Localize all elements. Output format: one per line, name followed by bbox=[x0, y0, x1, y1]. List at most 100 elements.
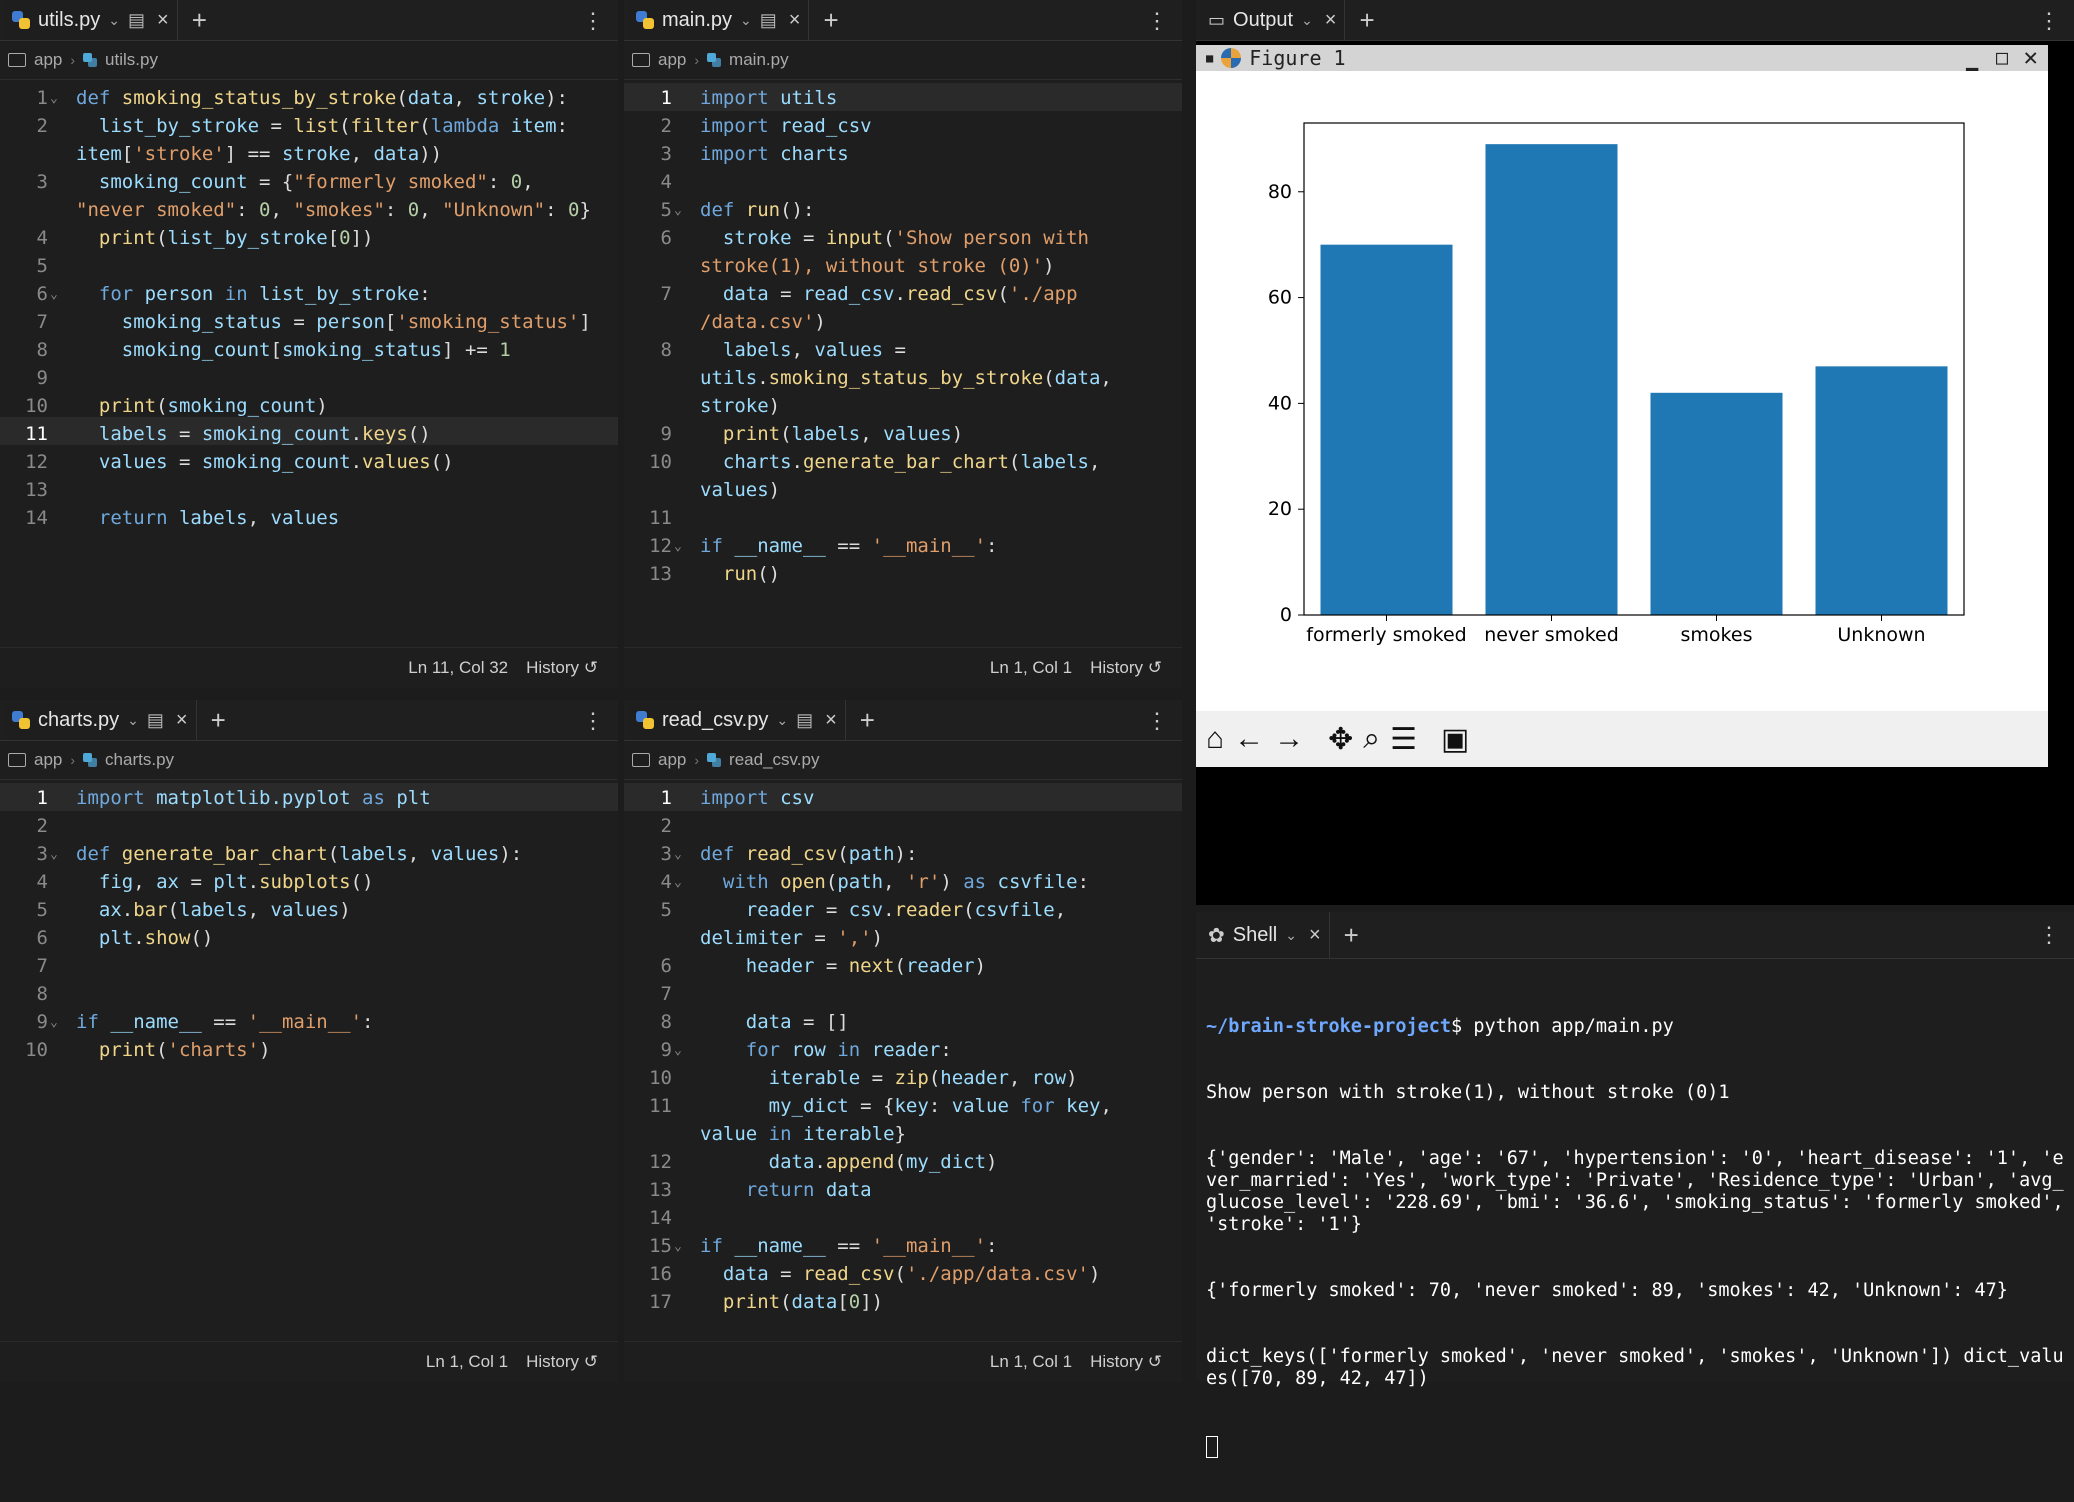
code-line: for row in reader: bbox=[745, 1039, 952, 1061]
fold-icon[interactable]: ⌄ bbox=[674, 539, 682, 554]
home-icon[interactable]: ⌂ bbox=[1206, 722, 1224, 756]
more-options-icon[interactable]: ⋮ bbox=[582, 708, 604, 734]
code-line: with open(path, 'r') as csvfile: bbox=[722, 871, 1090, 893]
document-icon[interactable]: ▤ bbox=[128, 10, 145, 31]
cursor-position[interactable]: Ln 1, Col 1 bbox=[990, 1352, 1072, 1372]
bar-chart: formerly smoked never smoked smokes Unknown… bbox=[1268, 122, 1965, 646]
terminal-line: dict_keys(['formerly smoked', 'never smo… bbox=[1206, 1346, 2064, 1389]
shell-pane: ✿ Shell ⌄ × + ⋮ ~/brain-stroke-project$ … bbox=[1196, 912, 2074, 1458]
history-button[interactable]: History ↺ bbox=[1090, 1352, 1162, 1372]
more-options-icon[interactable]: ⋮ bbox=[1146, 708, 1168, 734]
minimize-icon[interactable]: ▁ bbox=[1966, 47, 1978, 71]
fold-icon[interactable]: ⌄ bbox=[674, 203, 682, 218]
document-icon[interactable]: ▤ bbox=[796, 710, 813, 731]
forward-arrow-icon[interactable]: → bbox=[1274, 722, 1304, 756]
close-icon[interactable]: ✕ bbox=[2024, 43, 2038, 71]
fold-icon[interactable]: ⌄ bbox=[674, 1239, 682, 1254]
add-tab-button[interactable]: + bbox=[860, 707, 875, 733]
chevron-down-icon[interactable]: ⌄ bbox=[1301, 12, 1313, 29]
breadcrumb-root[interactable]: app bbox=[34, 50, 62, 70]
tab-main[interactable]: main.py ⌄ ▤ × bbox=[628, 0, 810, 40]
add-tab-button[interactable]: + bbox=[1359, 7, 1374, 33]
code-editor[interactable]: 1 import utils 2 import read_csv 3 impor… bbox=[624, 79, 1182, 648]
breadcrumb-file[interactable]: main.py bbox=[729, 50, 789, 70]
pan-icon[interactable]: ✥ bbox=[1328, 722, 1353, 757]
terminal-output[interactable]: ~/brain-stroke-project$ python app/main.… bbox=[1206, 972, 2068, 1502]
fold-icon[interactable]: ⌄ bbox=[50, 287, 58, 302]
chevron-down-icon[interactable]: ⌄ bbox=[127, 712, 139, 729]
tab-output[interactable]: ▭ Output ⌄ × bbox=[1200, 0, 1346, 40]
chevron-down-icon[interactable]: ⌄ bbox=[776, 712, 788, 729]
close-icon[interactable]: × bbox=[1309, 924, 1321, 947]
more-options-icon[interactable]: ⋮ bbox=[2038, 922, 2060, 948]
configure-subplots-icon[interactable]: ☰ bbox=[1390, 722, 1417, 757]
breadcrumb-file[interactable]: charts.py bbox=[105, 750, 174, 770]
chevron-down-icon[interactable]: ⌄ bbox=[108, 12, 120, 29]
history-button[interactable]: History ↺ bbox=[526, 658, 598, 678]
add-tab-button[interactable]: + bbox=[211, 707, 226, 733]
zoom-icon[interactable]: ⌕ bbox=[1363, 722, 1380, 756]
breadcrumb: app › charts.py bbox=[0, 741, 618, 780]
breadcrumb-file[interactable]: utils.py bbox=[105, 50, 158, 70]
more-options-icon[interactable]: ⋮ bbox=[2038, 8, 2060, 34]
window-menu-icon[interactable]: ■ bbox=[1206, 51, 1213, 65]
fold-icon[interactable]: ⌄ bbox=[674, 1043, 682, 1058]
figure-title: Figure 1 bbox=[1249, 46, 1346, 70]
tab-bar: ▭ Output ⌄ × + ⋮ bbox=[1196, 0, 2074, 41]
code-line: data = [] bbox=[745, 1011, 849, 1033]
cursor-position[interactable]: Ln 1, Col 1 bbox=[990, 658, 1072, 678]
fold-icon[interactable]: ⌄ bbox=[50, 91, 58, 106]
close-icon[interactable]: × bbox=[789, 9, 801, 32]
breadcrumb-root[interactable]: app bbox=[658, 50, 686, 70]
code-line: for person in list_by_stroke: bbox=[98, 283, 431, 305]
matplotlib-logo-icon bbox=[1221, 48, 1242, 68]
breadcrumb-file[interactable]: read_csv.py bbox=[729, 750, 819, 770]
code-line: iterable = zip(header, row) bbox=[768, 1067, 1078, 1089]
code-editor[interactable]: 1 import matplotlib.pyplot as plt 2 3 ⌄ d… bbox=[0, 779, 618, 1342]
close-icon[interactable]: × bbox=[157, 9, 169, 32]
python-file-icon bbox=[636, 11, 654, 29]
chevron-down-icon[interactable]: ⌄ bbox=[740, 12, 752, 29]
chevron-down-icon[interactable]: ⌄ bbox=[1285, 927, 1297, 944]
back-arrow-icon[interactable]: ← bbox=[1234, 722, 1264, 756]
document-icon[interactable]: ▤ bbox=[760, 10, 777, 31]
fold-icon[interactable]: ⌄ bbox=[674, 875, 682, 890]
tab-charts[interactable]: charts.py ⌄ ▤ × bbox=[4, 700, 197, 740]
maximize-icon[interactable]: □ bbox=[1996, 45, 2008, 69]
x-tick-label: Unknown bbox=[1837, 624, 1925, 646]
code-line: print(smoking_count) bbox=[98, 395, 328, 417]
figure-titlebar[interactable]: ■ Figure 1 ▁ □ ✕ bbox=[1196, 43, 2048, 71]
code-line: def smoking_status_by_stroke(data, strok… bbox=[76, 87, 568, 109]
python-file-icon bbox=[12, 11, 30, 29]
line-number: 5 bbox=[36, 899, 48, 921]
code-editor[interactable]: 1 import csv 2 3 ⌄ def read_csv(path): 4 ⌄… bbox=[624, 779, 1182, 1342]
history-button[interactable]: History ↺ bbox=[526, 1352, 598, 1372]
tab-bar: charts.py ⌄ ▤ × + ⋮ bbox=[0, 700, 618, 741]
fold-icon[interactable]: ⌄ bbox=[50, 1015, 58, 1030]
code-editor[interactable]: 1 ⌄ def smoking_status_by_stroke(data, st… bbox=[0, 79, 618, 648]
fold-icon[interactable]: ⌄ bbox=[50, 847, 58, 862]
tab-utils[interactable]: utils.py ⌄ ▤ × bbox=[4, 0, 178, 40]
tab-shell[interactable]: ✿ Shell ⌄ × bbox=[1200, 912, 1330, 958]
save-icon[interactable]: ▣ bbox=[1441, 722, 1469, 757]
add-tab-button[interactable]: + bbox=[192, 7, 207, 33]
history-button[interactable]: History ↺ bbox=[1090, 658, 1162, 678]
python-file-icon bbox=[83, 753, 98, 767]
more-options-icon[interactable]: ⋮ bbox=[1146, 8, 1168, 34]
document-icon[interactable]: ▤ bbox=[147, 710, 164, 731]
cursor-position[interactable]: Ln 11, Col 32 bbox=[408, 658, 508, 678]
close-icon[interactable]: × bbox=[825, 709, 837, 732]
add-tab-button[interactable]: + bbox=[823, 7, 838, 33]
cursor-position[interactable]: Ln 1, Col 1 bbox=[426, 1352, 508, 1372]
fold-icon[interactable]: ⌄ bbox=[674, 847, 682, 862]
code-line: if __name__ == '__main__': bbox=[76, 1011, 374, 1033]
line-number: 6 bbox=[660, 955, 672, 977]
tab-read-csv[interactable]: read_csv.py ⌄ ▤ × bbox=[628, 700, 846, 740]
breadcrumb-root[interactable]: app bbox=[658, 750, 686, 770]
close-icon[interactable]: × bbox=[176, 709, 188, 732]
more-options-icon[interactable]: ⋮ bbox=[582, 8, 604, 34]
breadcrumb-root[interactable]: app bbox=[34, 750, 62, 770]
add-tab-button[interactable]: + bbox=[1344, 922, 1359, 948]
code-line: run() bbox=[722, 563, 781, 585]
close-icon[interactable]: × bbox=[1325, 9, 1337, 32]
